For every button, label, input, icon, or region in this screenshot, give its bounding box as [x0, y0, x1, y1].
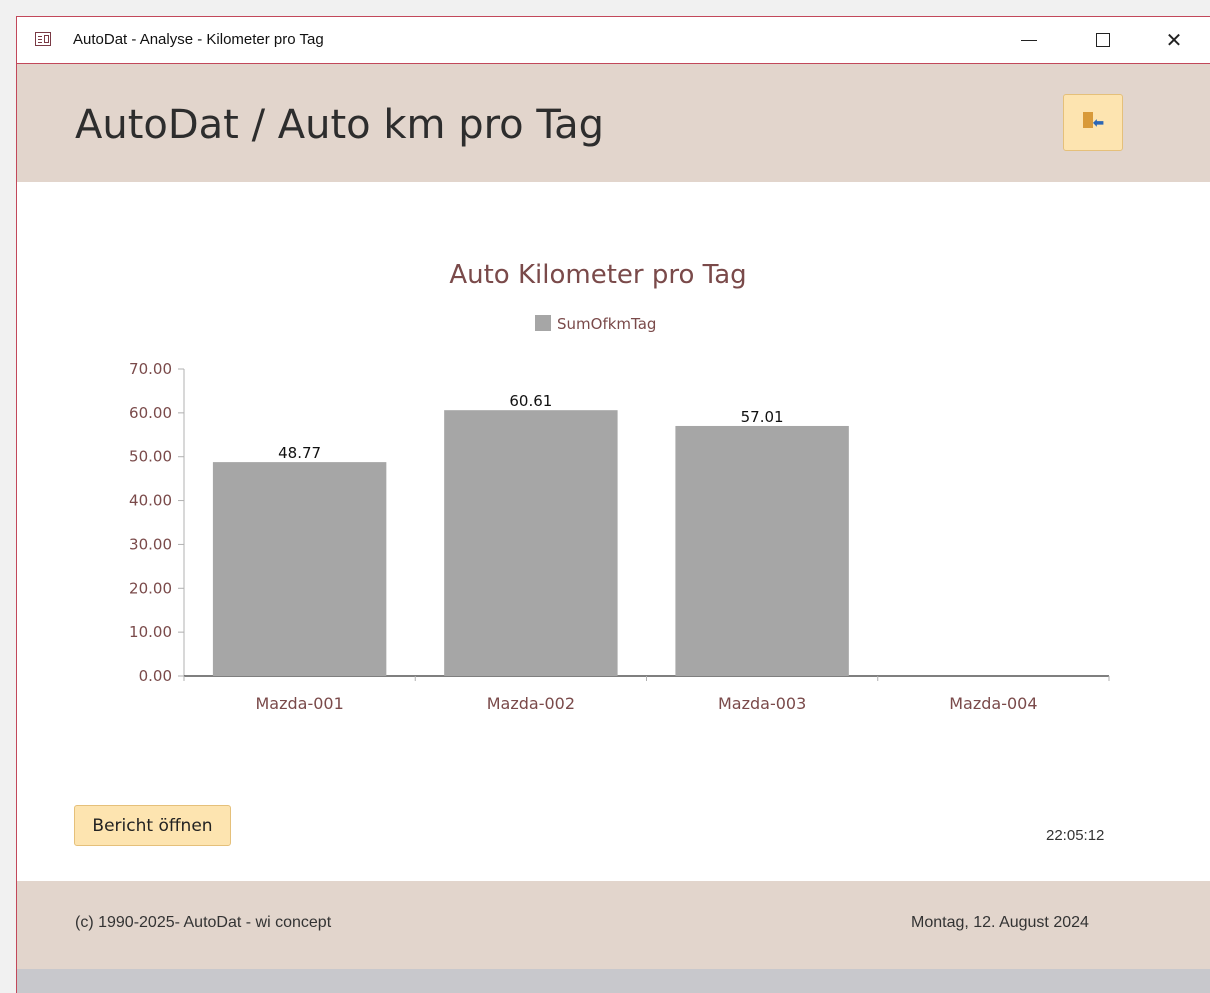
current-date: Montag, 12. August 2024	[911, 914, 1089, 931]
x-category-label: Mazda-002	[487, 694, 575, 713]
y-tick-label: 0.00	[139, 667, 172, 685]
bar	[212, 462, 387, 676]
app-window: AutoDat - Analyse - Kilometer pro Tag ✕ …	[16, 16, 1210, 993]
status-strip	[17, 969, 1210, 993]
x-category-label: Mazda-004	[949, 694, 1037, 713]
y-tick-label: 50.00	[129, 448, 172, 466]
data-label: 60.61	[509, 392, 552, 410]
chart-title: Auto Kilometer pro Tag	[449, 260, 746, 290]
y-tick-label: 20.00	[129, 579, 172, 597]
data-label: 57.01	[741, 408, 784, 426]
legend-swatch	[535, 315, 551, 331]
bar	[675, 425, 849, 676]
y-tick-label: 40.00	[129, 492, 172, 510]
y-tick-label: 60.00	[129, 404, 172, 422]
x-category-label: Mazda-001	[255, 694, 343, 713]
form-footer: (c) 1990-2025- AutoDat - wi concept Mont…	[17, 881, 1210, 969]
copyright-text: (c) 1990-2025- AutoDat - wi concept	[75, 914, 332, 931]
y-tick-label: 30.00	[129, 535, 172, 553]
open-report-button[interactable]: Bericht öffnen	[74, 805, 231, 846]
legend-label: SumOfkmTag	[557, 315, 656, 333]
y-tick-label: 70.00	[129, 360, 172, 378]
bar	[444, 410, 618, 676]
x-category-label: Mazda-003	[718, 694, 806, 713]
bar-chart: Auto Kilometer pro Tag SumOfkmTag 0.00 10.0…	[129, 260, 1110, 713]
y-tick-label: 10.00	[129, 623, 172, 641]
current-time: 22:05:12	[1046, 827, 1105, 844]
data-label: 48.77	[278, 444, 321, 462]
